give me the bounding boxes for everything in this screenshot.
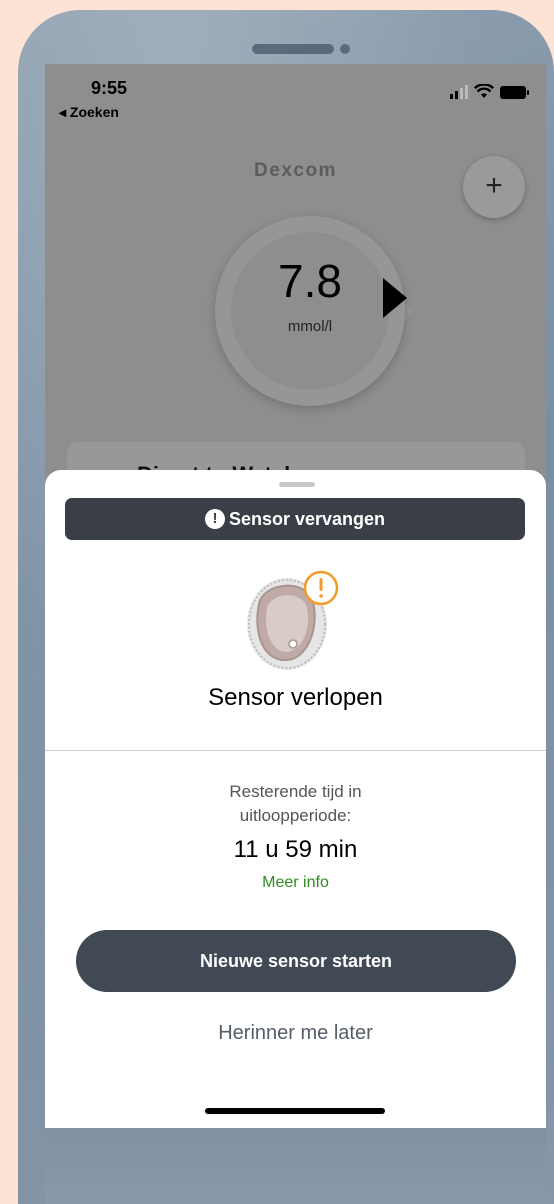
alert-icon: ! xyxy=(204,509,225,529)
alert-banner: ! Sensor vervangen xyxy=(65,498,525,540)
glucose-unit: mmol/l xyxy=(287,318,333,335)
phone-speaker xyxy=(252,44,334,54)
more-info-link[interactable]: Meer info xyxy=(45,874,546,892)
add-event-button[interactable]: + xyxy=(463,156,525,218)
sheet-grabber[interactable] xyxy=(279,482,315,487)
phone-camera xyxy=(340,44,350,54)
cellular-signal-icon xyxy=(450,85,468,99)
start-new-sensor-button[interactable]: Nieuwe sensor starten xyxy=(76,930,516,992)
bottom-sheet: ! Sensor vervangen Sensor verlopen Reste… xyxy=(45,470,546,1128)
trend-arrow-icon xyxy=(383,278,407,318)
status-icons xyxy=(450,84,529,99)
battery-icon xyxy=(500,86,529,99)
home-indicator xyxy=(205,1108,385,1114)
sensor-status-title: Sensor verlopen xyxy=(208,684,383,711)
phone-screen: 9:55 ◂ Zoeken Dexcom + 7.8 mmol/l Direct… xyxy=(45,64,546,1128)
phone-bottom-bezel xyxy=(45,1128,546,1204)
remaining-time-label: Resterende tijd in uitloopperiode: xyxy=(45,780,546,828)
status-time: 9:55 xyxy=(91,78,128,98)
remaining-time-value: 11 u 59 min xyxy=(233,836,358,863)
wifi-icon xyxy=(474,84,494,98)
banner-title: Sensor vervangen xyxy=(228,508,386,529)
glucose-value: 7.8 xyxy=(278,255,342,307)
sensor-icon xyxy=(247,570,339,670)
remaining-label-line1: Resterende tijd in xyxy=(229,782,362,801)
remind-later-button[interactable]: Herinner me later xyxy=(45,1022,546,1045)
remaining-label-line2: uitloopperiode: xyxy=(239,806,352,825)
back-to-search-link[interactable]: ◂ Zoeken xyxy=(59,104,119,121)
divider xyxy=(45,750,546,751)
